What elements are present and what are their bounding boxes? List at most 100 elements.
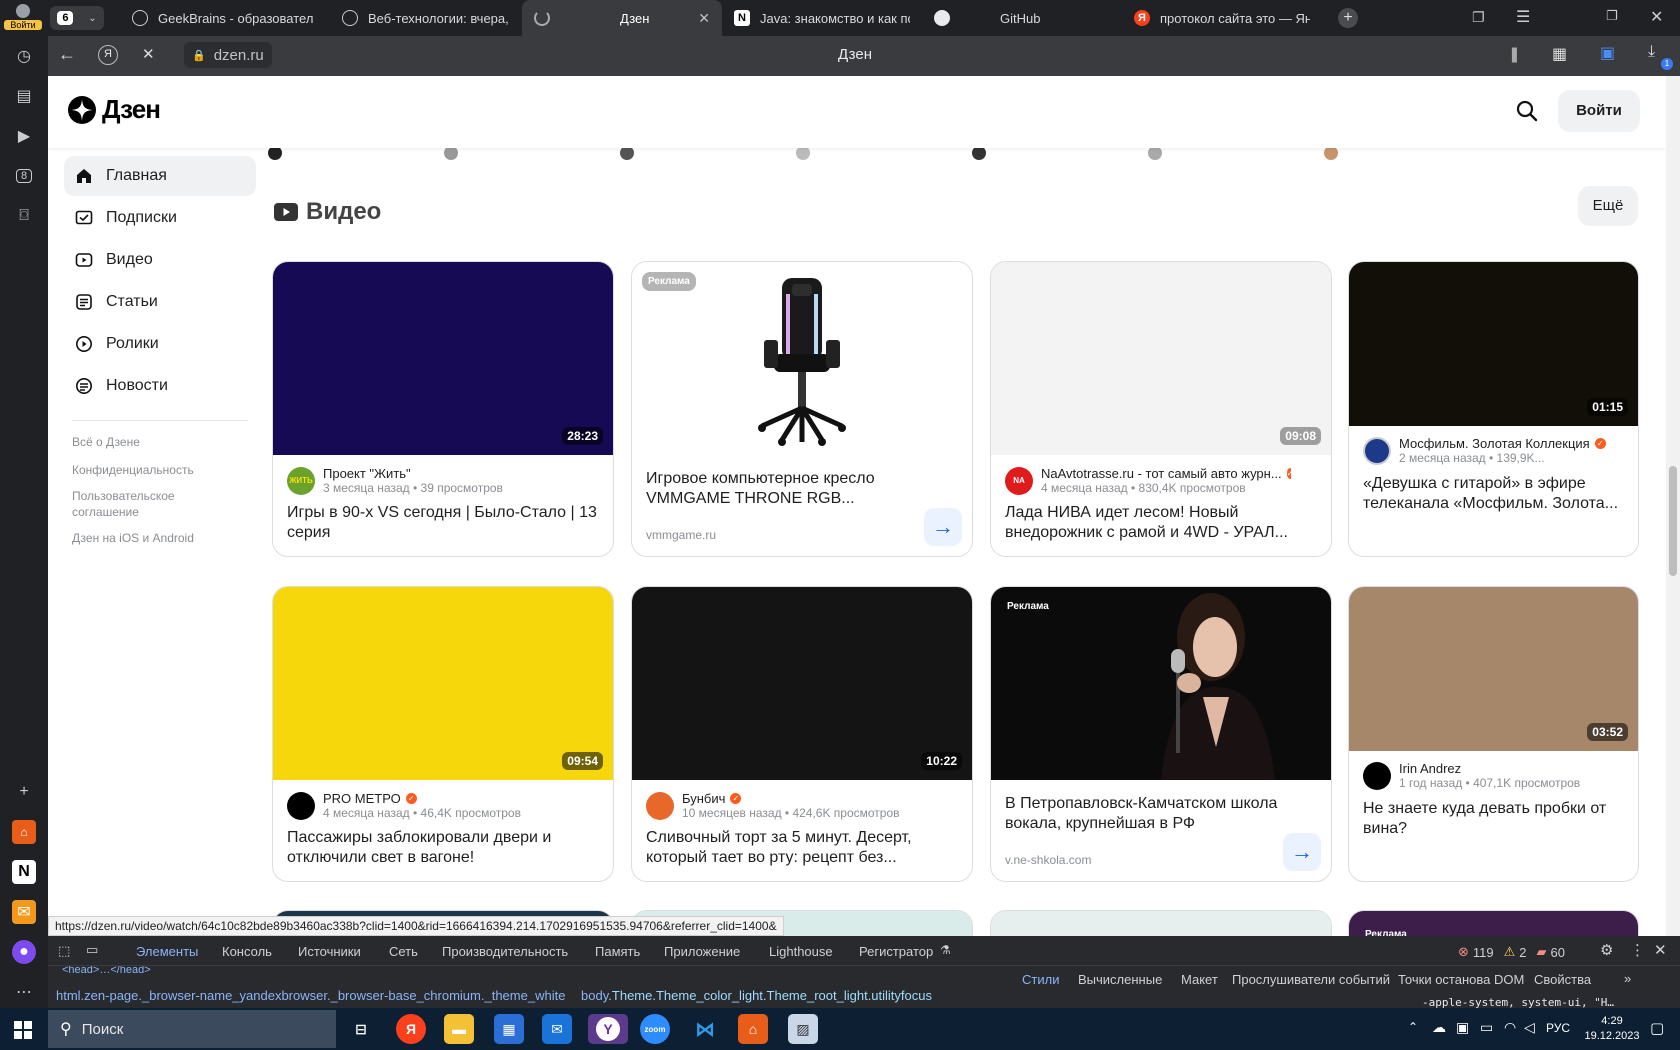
video-card[interactable]: 10:22 Бунбич ✓ 10 месяцев назад • 424,6K … [631, 586, 973, 882]
alice-icon[interactable]: ● [12, 940, 36, 964]
bookmarks-panel-icon[interactable]: ❐ [1472, 9, 1485, 26]
apps-8-icon[interactable]: 8 [12, 164, 36, 188]
video-thumbnail[interactable]: 01:15 [1349, 262, 1638, 426]
footer-link-privacy[interactable]: Конфиденциальность [72, 462, 252, 478]
video-icon[interactable]: ▶ [12, 124, 36, 148]
story-avatar[interactable] [444, 146, 458, 160]
profile-button[interactable]: Войти [4, 2, 42, 34]
arrow-right-icon[interactable]: → [1283, 833, 1321, 871]
more-button[interactable]: Ещё [1578, 186, 1638, 226]
windows-start-icon[interactable] [14, 1021, 32, 1039]
toolbox-icon[interactable]: ⌂ [12, 820, 36, 844]
story-avatar[interactable] [1324, 146, 1338, 160]
back-icon[interactable]: ← [58, 44, 76, 65]
ad-title[interactable]: В Петропавловск-Камчатском школа вокала,… [1005, 794, 1317, 834]
login-button[interactable]: Войти [1558, 90, 1640, 132]
video-thumbnail[interactable]: 03:52 [1349, 587, 1638, 751]
video-thumbnail[interactable] [991, 911, 1331, 936]
taskbar-search[interactable]: ⚲ Поиск [48, 1010, 336, 1048]
channel-row[interactable]: Irin Andrez 1 год назад • 407,1K просмот… [1363, 761, 1580, 790]
close-window-icon[interactable]: ✕ [1650, 7, 1663, 27]
footer-link-apps[interactable]: Дзен на iOS и Android [72, 530, 252, 546]
error-count[interactable]: ⊗ 119 ⚠ 2 ▰ 60 [1458, 944, 1565, 960]
video-thumbnail[interactable]: 10:22 [632, 587, 972, 780]
notifications-icon[interactable]: ▢ [1650, 1019, 1664, 1037]
history-icon[interactable]: ◷ [12, 44, 36, 68]
nav-articles[interactable]: Статьи [64, 282, 256, 322]
breadcrumb-html[interactable]: html.zen-page._browser-name_yandexbrowse… [56, 988, 565, 1003]
restore-window-icon[interactable]: ❐ [1606, 8, 1618, 24]
tray-chevron-icon[interactable]: ⌃ [1408, 1020, 1418, 1034]
story-avatar[interactable] [268, 146, 282, 160]
story-avatar[interactable] [972, 146, 986, 160]
breadcrumb-body[interactable]: body.Theme.Theme_color_light.Theme_root_… [581, 988, 932, 1003]
video-card[interactable]: 28:23 ЖИТЬ Проект "Жить" 3 месяца назад … [272, 261, 614, 557]
volume-icon[interactable]: ◁ [1524, 1019, 1535, 1036]
page-scrollbar[interactable] [1666, 76, 1680, 936]
devtools-more-icon[interactable]: ⋮ [1630, 941, 1645, 959]
story-avatar[interactable] [796, 146, 810, 160]
video-card[interactable]: 09:54 PRO МЕТРО ✓ 4 месяца назад • 46,4K … [272, 586, 614, 882]
downloads-icon[interactable]: ⤓ [1648, 43, 1655, 61]
story-avatar[interactable] [620, 146, 634, 160]
nav-news[interactable]: Новости [64, 366, 256, 406]
styles-tab-properties[interactable]: Свойства [1534, 972, 1591, 987]
ad-card[interactable]: Реклама Игровое компьютерное кресло VMMG… [631, 261, 973, 557]
ad-card[interactable]: Реклама В Петропавловск-Камчатском школа… [990, 586, 1332, 882]
toolbox-taskbar-icon[interactable]: ⌂ [738, 1014, 768, 1044]
ad-thumbnail[interactable]: Реклама [991, 587, 1331, 780]
video-card[interactable]: 01:15 Мосфильм. Золотая Коллекция ✓ 2 мес… [1348, 261, 1639, 557]
video-card[interactable]: 09:08 NA NaAvtotrasse.ru - тот самый авт… [990, 261, 1332, 557]
nav-video[interactable]: Видео [64, 240, 256, 280]
video-thumbnail[interactable]: 09:54 [273, 587, 613, 780]
video-title[interactable]: «Девушка с гитарой» в эфире телеканала «… [1363, 474, 1624, 514]
more-tabs-icon[interactable]: » [1624, 971, 1631, 986]
ad-thumbnail[interactable]: Реклама [632, 262, 972, 455]
devtools-tab-network[interactable]: Сеть [389, 944, 418, 959]
devtools-tab-elements[interactable]: Элементы [136, 944, 198, 959]
mail-app-icon[interactable]: ✉ [542, 1014, 572, 1044]
video-title[interactable]: Пассажиры заблокировали двери и отключил… [287, 828, 599, 868]
channel-row[interactable]: PRO МЕТРО ✓ 4 месяца назад • 46,4K просмо… [287, 791, 521, 820]
ad-domain[interactable]: vmmgame.ru [646, 528, 716, 542]
yandex-home-icon[interactable]: Я [98, 45, 118, 65]
video-title[interactable]: Сливочный торт за 5 минут. Десерт, котор… [646, 828, 958, 868]
file-explorer-icon[interactable]: ▬ [444, 1014, 474, 1044]
cloud-icon[interactable]: ☁ [1432, 1019, 1446, 1036]
dom-tree-line[interactable]: <head>…</head> [62, 966, 151, 976]
nav-shorts[interactable]: Ролики [64, 324, 256, 364]
arrow-right-icon[interactable]: → [924, 508, 962, 546]
tab-github[interactable]: GitHub [922, 0, 1122, 36]
devtools-tab-sources[interactable]: Источники [298, 944, 361, 959]
battery-icon[interactable]: ▭ [1480, 1019, 1493, 1036]
bookmark-icon[interactable]: ❚ [1508, 45, 1521, 63]
video-card[interactable]: 03:52 Irin Andrez 1 год назад • 407,1K п… [1348, 586, 1639, 882]
notion-icon[interactable]: N [12, 860, 36, 884]
ad-thumbnail[interactable]: Реклама [1349, 911, 1638, 936]
close-tab-icon[interactable]: ✕ [698, 10, 710, 27]
video-title[interactable]: Не знаете куда девать пробки от вина? [1363, 799, 1624, 839]
video-card[interactable] [990, 910, 1332, 936]
devtools-tab-recorder[interactable]: Регистратор [859, 944, 933, 959]
styles-tab-listeners[interactable]: Прослушиватели событий [1232, 972, 1390, 987]
video-thumbnail[interactable]: 28:23 [273, 262, 613, 455]
store-icon[interactable]: ▦ [494, 1014, 524, 1044]
nav-home[interactable]: Главная [64, 156, 256, 196]
tray-app-icon[interactable]: ▣ [1456, 1019, 1469, 1036]
ad-card[interactable]: Реклама [1348, 910, 1639, 936]
language-indicator[interactable]: РУС [1546, 1021, 1570, 1035]
nav-subscriptions[interactable]: Подписки [64, 198, 256, 238]
devtools-tab-memory[interactable]: Память [595, 944, 640, 959]
video-title[interactable]: Игры в 90-х VS сегодня | Было-Стало | 13… [287, 503, 599, 543]
yandex-active-icon[interactable]: Y [588, 1014, 628, 1044]
ad-domain[interactable]: v.ne-shkola.com [1005, 853, 1091, 867]
channel-row[interactable]: NA NaAvtotrasse.ru - тот самый авто журн… [1005, 466, 1291, 495]
video-title[interactable]: Лада НИВА идет лесом! Новый внедорожник … [1005, 503, 1317, 543]
clock[interactable]: 4:29 19.12.2023 [1582, 1014, 1642, 1044]
devtools-tab-lighthouse[interactable]: Lighthouse [769, 944, 833, 959]
tab-geekbrains[interactable]: GeekBrains - образовател [120, 0, 330, 36]
mail-icon[interactable]: ✉ [12, 900, 36, 924]
close-devtools-icon[interactable]: ✕ [1654, 941, 1667, 959]
styles-tab-computed[interactable]: Вычисленные [1078, 972, 1162, 987]
video-thumbnail[interactable]: 09:08 [991, 262, 1331, 455]
